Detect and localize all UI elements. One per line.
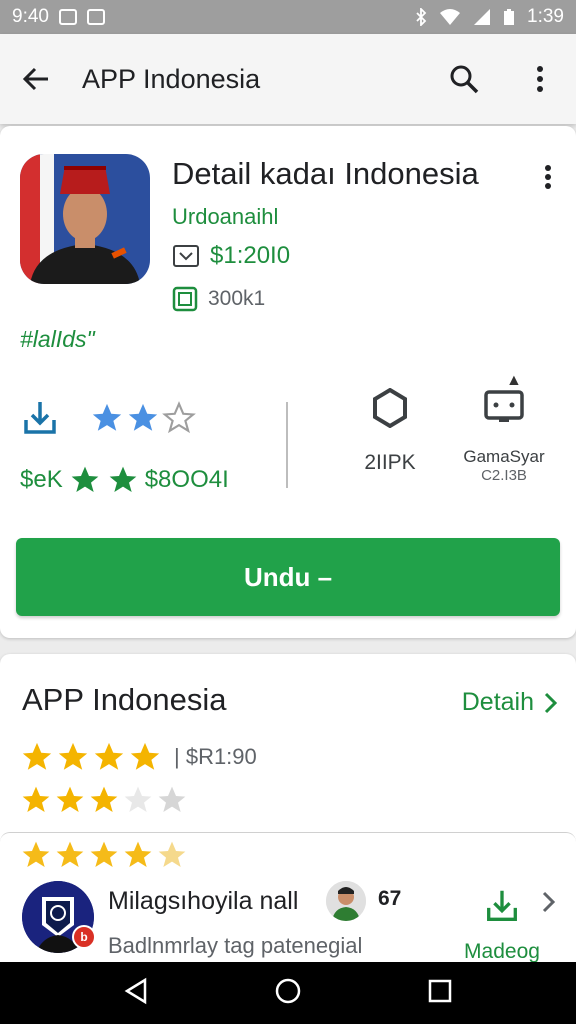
back-button[interactable]	[16, 59, 56, 99]
avatar-badge: b	[72, 925, 96, 949]
circle-home-icon	[275, 978, 301, 1003]
gamepad-icon	[484, 390, 524, 422]
stats-left: $eK $8OO4I	[20, 398, 270, 496]
detail-link[interactable]: Detaih	[462, 688, 558, 717]
rating-row-1: | $R1:90	[20, 740, 257, 774]
hexagon-icon	[373, 387, 407, 429]
wifi-icon	[440, 9, 461, 25]
square-recents-icon	[429, 979, 452, 1002]
stars-row-2	[20, 784, 188, 816]
star-icon	[22, 786, 50, 812]
app-overflow-button[interactable]	[534, 162, 562, 192]
tag-icon	[173, 245, 199, 267]
review-card[interactable]: b Milagsıhoyila nall 67 Badlnmrlay tag p…	[0, 832, 576, 974]
download-icon	[487, 890, 517, 921]
review-download-action[interactable]: Madeog	[460, 887, 544, 964]
app-bar: APP Indonesia	[0, 34, 576, 124]
developer-link[interactable]: Urdoanaihl	[172, 204, 278, 230]
stat-content-rating: 2IIPK	[330, 387, 450, 475]
star-icon	[128, 403, 158, 431]
about-title: APP Indonesia	[22, 682, 227, 717]
star-icon	[56, 841, 84, 867]
small-avatar	[326, 881, 366, 921]
star-icon	[94, 742, 124, 770]
more-vert-icon	[537, 66, 543, 92]
star-icon	[22, 742, 52, 770]
status-bar: 9:40 1:39	[0, 0, 576, 34]
bluetooth-icon	[416, 8, 427, 26]
nav-home-button[interactable]	[274, 977, 302, 1010]
rating-stars-top	[90, 401, 196, 435]
nav-back-button[interactable]	[123, 977, 149, 1010]
status-time-right: 1:39	[527, 6, 564, 27]
install-button[interactable]: Undu –	[16, 538, 560, 616]
download-icon	[24, 402, 56, 434]
search-button[interactable]	[444, 59, 484, 99]
star-icon	[22, 841, 50, 867]
triangle-back-icon	[124, 977, 146, 1004]
search-icon	[450, 65, 479, 94]
reviewer-name: Milagsıhoyila nall	[108, 887, 299, 915]
battery-icon	[504, 9, 515, 25]
rating-row-2	[20, 784, 188, 816]
chevron-right-icon	[544, 692, 558, 713]
star-outline-icon	[162, 401, 196, 434]
app-detail-card: Detail kadaı Indonesia Urdoanaihl $1:20I…	[0, 126, 576, 638]
star-empty-icon	[158, 786, 186, 812]
rating-value: $8OO4I	[144, 466, 229, 493]
star-icon	[71, 466, 99, 492]
star-icon	[90, 786, 118, 812]
arrow-back-icon	[22, 67, 48, 91]
star-icon	[58, 742, 88, 770]
review-text: Badlnmrlay tag patenegial	[108, 933, 363, 958]
review-action-label: Madeog	[464, 940, 540, 963]
category-label: GamaSyar	[463, 447, 545, 466]
price-value: $1:20I0	[210, 242, 291, 269]
price-row: $1:20I0	[172, 242, 290, 270]
review-chevron-button[interactable]	[542, 891, 556, 918]
app-bar-title: APP Indonesia	[82, 63, 261, 94]
storage-icon	[172, 286, 198, 312]
size-row: 300k1	[172, 286, 265, 312]
stars-row-1	[20, 740, 162, 774]
detail-link-label: Detaih	[461, 688, 534, 716]
star-icon	[90, 841, 118, 867]
photo-notification-icon	[58, 9, 77, 25]
chevron-right-icon	[542, 891, 556, 913]
star-icon	[124, 841, 152, 867]
app-title: Detail kadaı Indonesia	[172, 156, 479, 191]
downloads-count: $eK	[20, 466, 63, 493]
tagline: #lalIds"	[20, 326, 95, 352]
content-rating-label: 2IIPK	[364, 451, 416, 474]
review-count: 67	[378, 887, 402, 910]
video-notification-icon	[86, 9, 105, 25]
star-empty-icon	[124, 786, 152, 812]
category-sub: C2.I3B	[481, 467, 527, 484]
system-nav-bar	[0, 962, 576, 1024]
status-time: 9:40	[12, 6, 49, 27]
more-options-button[interactable]	[520, 59, 560, 99]
stat-category: GamaSyar C2.I3B	[444, 388, 564, 484]
rating-text: | $R1:90	[174, 744, 257, 769]
star-icon	[56, 786, 84, 812]
signal-icon	[474, 9, 491, 25]
star-icon	[109, 466, 137, 492]
stats-divider	[286, 402, 288, 488]
nav-recents-button[interactable]	[427, 978, 453, 1009]
more-vert-icon	[545, 165, 551, 189]
star-icon	[130, 742, 160, 770]
size-value: 300k1	[208, 287, 266, 310]
partial-stars	[20, 839, 188, 871]
app-icon[interactable]	[20, 154, 150, 284]
star-icon	[158, 841, 186, 867]
star-icon	[92, 403, 122, 431]
